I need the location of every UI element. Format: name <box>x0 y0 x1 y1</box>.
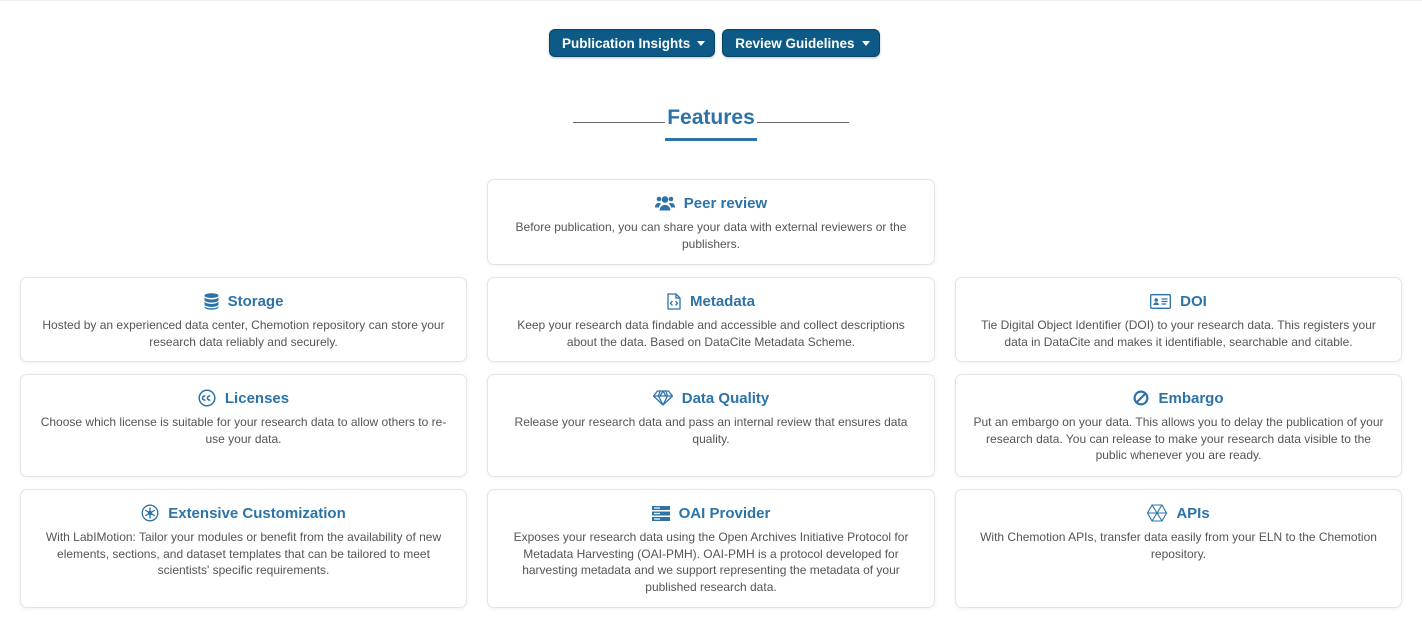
section-title: Features <box>667 106 755 129</box>
feature-title: DOI <box>1180 292 1207 310</box>
gem-icon <box>652 390 673 406</box>
database-icon <box>204 292 219 310</box>
review-guidelines-dropdown[interactable]: Review Guidelines <box>722 29 880 57</box>
feature-description: Keep your research data findable and acc… <box>517 318 905 349</box>
feature-description: Tie Digital Object Identifier (DOI) to y… <box>981 318 1376 349</box>
feature-description: With LabIMotion: Tailor your modules or … <box>45 530 442 578</box>
feature-description: Release your research data and pass an i… <box>514 415 908 446</box>
feature-card-data-quality: Data Quality Release your research data … <box>487 374 935 477</box>
feature-title: Storage <box>227 292 284 310</box>
feature-description: Exposes your research data using the Ope… <box>513 530 909 595</box>
feature-card-customization: Extensive Customization With LabIMotion:… <box>20 489 467 608</box>
feature-title: APIs <box>1176 504 1210 522</box>
feature-card-storage: Storage Hosted by an experienced data ce… <box>20 277 467 362</box>
publication-insights-dropdown[interactable]: Publication Insights <box>549 29 716 57</box>
feature-title: Embargo <box>1158 389 1224 407</box>
server-icon <box>651 505 670 521</box>
feature-card-licenses: Licenses Choose which license is suitabl… <box>20 374 467 477</box>
feature-card-oai-provider: OAI Provider Exposes your research data … <box>487 489 935 608</box>
features-heading: Features <box>573 104 849 144</box>
feature-description: Put an embargo on your data. This allows… <box>973 415 1384 463</box>
feature-title: Extensive Customization <box>168 504 346 522</box>
feature-title: Data Quality <box>681 389 770 407</box>
file-code-icon <box>667 292 681 310</box>
heading-rule-right <box>757 122 849 123</box>
feature-title: Metadata <box>689 292 756 310</box>
ban-icon <box>1133 390 1149 406</box>
feature-title: Peer review <box>683 194 768 212</box>
creative-commons-icon <box>198 389 216 407</box>
feature-description: Choose which license is suitable for you… <box>40 415 447 446</box>
feature-card-doi: DOI Tie Digital Object Identifier (DOI) … <box>955 277 1402 362</box>
caret-down-icon <box>697 41 706 46</box>
navigation-buttons: Publication Insights Review Guidelines <box>549 29 880 57</box>
feature-card-peer-review: Peer review Before publication, you can … <box>487 179 935 265</box>
feature-description: Hosted by an experienced data center, Ch… <box>42 318 445 349</box>
atom-gear-icon <box>141 504 159 522</box>
id-card-icon <box>1150 293 1172 309</box>
top-divider <box>0 0 1422 1</box>
publication-insights-label: Publication Insights <box>562 35 691 51</box>
feature-card-embargo: Embargo Put an embargo on your data. Thi… <box>955 374 1402 477</box>
hexagon-network-icon <box>1147 504 1168 522</box>
feature-card-metadata: Metadata Keep your research data findabl… <box>487 277 935 362</box>
review-guidelines-label: Review Guidelines <box>735 35 855 51</box>
feature-card-apis: APIs With Chemotion APIs, transfer data … <box>955 489 1402 608</box>
heading-rule-left <box>573 122 665 123</box>
section-title-underline <box>665 138 757 141</box>
feature-description: Before publication, you can share your d… <box>515 220 907 251</box>
feature-title: OAI Provider <box>678 504 771 522</box>
caret-down-icon <box>861 41 870 46</box>
feature-description: With Chemotion APIs, transfer data easil… <box>980 530 1377 561</box>
feature-title: Licenses <box>224 389 290 407</box>
users-icon <box>654 195 675 211</box>
